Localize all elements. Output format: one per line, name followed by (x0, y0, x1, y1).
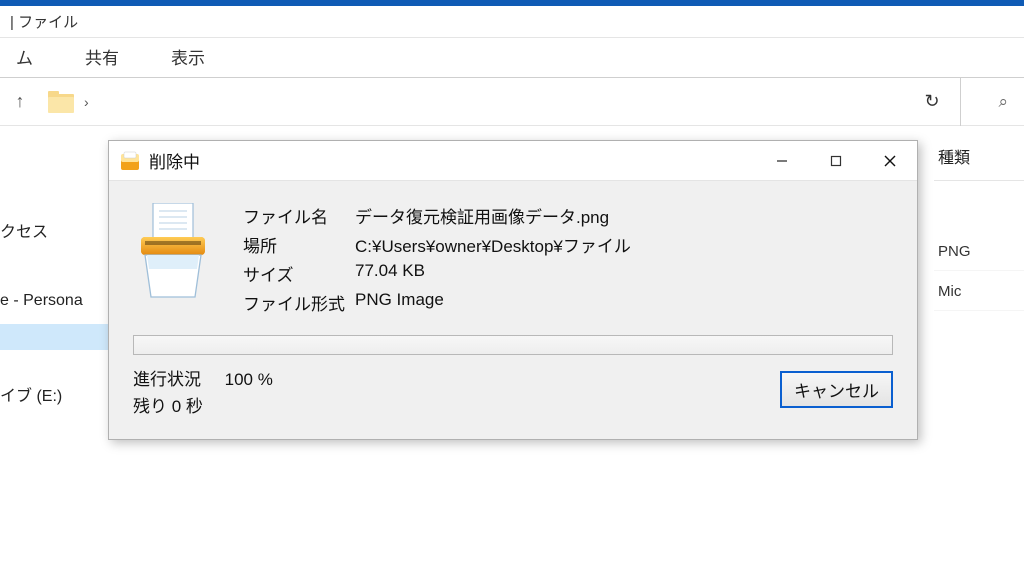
value-progress: 100 % (225, 370, 273, 389)
file-info-table: ファイル名 データ復元検証用画像データ.png 場所 C:¥Users¥owne… (243, 195, 893, 317)
close-button[interactable] (863, 141, 917, 180)
tab-share[interactable]: 共有 (79, 34, 125, 77)
tab-view[interactable]: 表示 (165, 34, 211, 77)
explorer-window: | ファイル ム 共有 表示 ↑ › ↻ ⌕ (0, 6, 1024, 126)
sidebar-selected-row[interactable] (0, 324, 120, 350)
file-row-type-1: PNG (934, 231, 1024, 271)
sidebar: クセス e - Persona イブ (E:) (0, 128, 120, 416)
breadcrumb-caret-icon[interactable]: › (82, 94, 91, 110)
label-filename: ファイル名 (243, 203, 355, 228)
refresh-button[interactable]: ↻ (912, 78, 952, 126)
shredder-icon (133, 195, 243, 307)
explorer-title-text: | ファイル (10, 11, 78, 32)
explorer-title-bar: | ファイル (0, 6, 1024, 38)
nav-up-button[interactable]: ↑ (0, 91, 40, 112)
value-location: C:¥Users¥owner¥Desktop¥ファイル (355, 232, 893, 257)
value-filetype: PNG Image (355, 290, 893, 315)
label-size: サイズ (243, 261, 355, 286)
dialog-app-icon (119, 150, 141, 172)
progress-status: 進行状況 100 % 残り 0 秒 (133, 365, 273, 417)
label-location: 場所 (243, 232, 355, 257)
label-filetype: ファイル形式 (243, 290, 355, 315)
dialog-body: ファイル名 データ復元検証用画像データ.png 場所 C:¥Users¥owne… (109, 181, 917, 439)
search-icon: ⌕ (998, 92, 1008, 112)
column-header-type[interactable]: 種類 (934, 128, 1024, 181)
folder-icon (48, 91, 74, 113)
dialog-window-controls (755, 141, 917, 180)
ribbon-tabs: ム 共有 表示 (0, 38, 1024, 78)
tab-home[interactable]: ム (10, 34, 39, 77)
file-row-type-2: Mic (934, 271, 1024, 311)
maximize-button[interactable] (809, 141, 863, 180)
delete-progress-dialog: 削除中 (108, 140, 918, 440)
column-type: 種類 PNG Mic (934, 128, 1024, 311)
dialog-titlebar: 削除中 (109, 141, 917, 181)
value-filename: データ復元検証用画像データ.png (355, 203, 893, 228)
sidebar-item-personal[interactable]: e - Persona (0, 282, 120, 320)
value-size: 77.04 KB (355, 261, 893, 286)
value-remaining: 残り 0 秒 (133, 392, 273, 417)
minimize-button[interactable] (755, 141, 809, 180)
sidebar-item-drive-e[interactable]: イブ (E:) (0, 372, 120, 416)
dialog-title: 削除中 (149, 148, 755, 173)
address-bar: ↑ › ↻ ⌕ (0, 78, 1024, 126)
cancel-button[interactable]: キャンセル (780, 371, 893, 408)
progress-bar (133, 335, 893, 355)
sidebar-item-quick-access[interactable]: クセス (0, 208, 120, 252)
search-box[interactable]: ⌕ (960, 78, 1014, 126)
label-progress: 進行状況 (133, 370, 201, 389)
